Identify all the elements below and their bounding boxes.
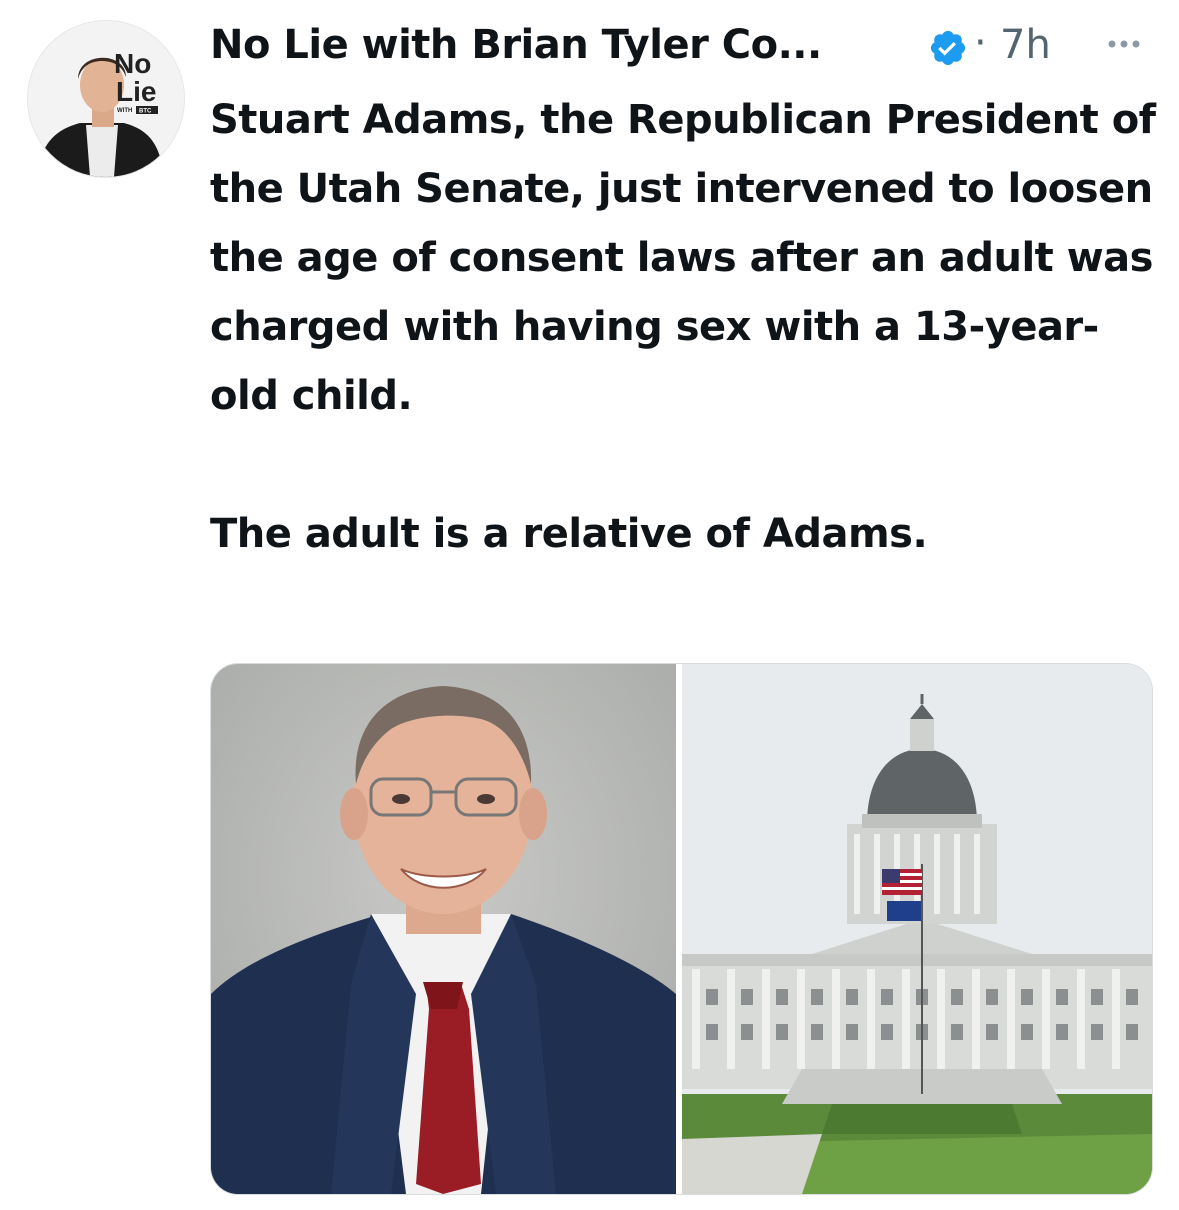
avatar[interactable]: No Lie WITH BTC <box>27 20 185 178</box>
svg-text:No: No <box>114 48 151 79</box>
post-timestamp[interactable]: 7h <box>1000 22 1051 68</box>
author-display-name[interactable]: No Lie with Brian Tyler Co... <box>210 22 822 68</box>
svg-text:Lie: Lie <box>116 76 156 107</box>
post-text-paragraph: Stuart Adams, the Republican President o… <box>210 97 1156 419</box>
more-options-icon[interactable] <box>1098 24 1158 64</box>
svg-text:BTC: BTC <box>139 109 152 115</box>
separator-dot: · <box>974 20 987 66</box>
media-image-portrait[interactable] <box>211 664 676 1194</box>
svg-text:WITH: WITH <box>117 108 132 114</box>
verified-badge-icon[interactable] <box>928 28 968 68</box>
media-image-capitol[interactable] <box>682 664 1152 1194</box>
post-body: Stuart Adams, the Republican President o… <box>210 86 1160 569</box>
post-header: No Lie with Brian Tyler Co... · 7h <box>210 18 1160 78</box>
avatar-image: No Lie WITH BTC <box>28 21 184 177</box>
media-grid <box>210 663 1153 1195</box>
post-text-paragraph: The adult is a relative of Adams. <box>210 511 928 557</box>
